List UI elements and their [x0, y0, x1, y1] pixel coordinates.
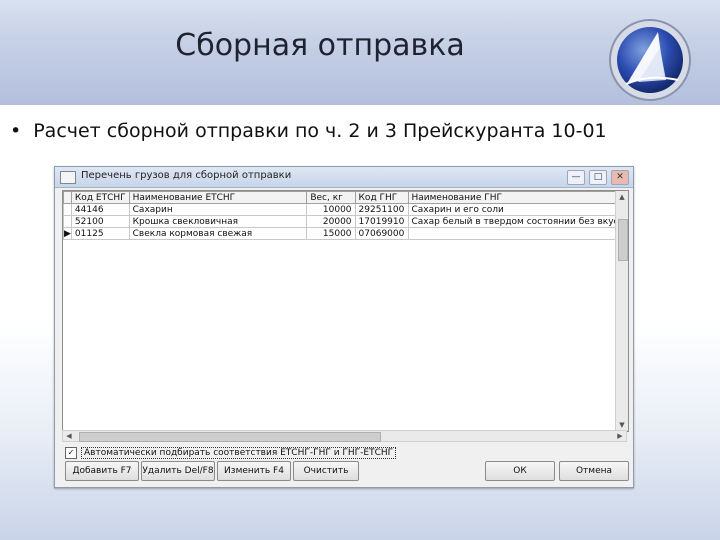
cell-weight[interactable]: 15000 — [306, 227, 356, 240]
scroll-right-icon[interactable]: ▶ — [614, 431, 626, 441]
cell-gng-code[interactable]: 29251100 — [354, 203, 409, 216]
window-title: Перечень грузов для сборной отправки — [81, 170, 292, 181]
scroll-left-icon[interactable]: ◀ — [63, 431, 75, 441]
table-header-row: Код ЕТСНГ Наименование ЕТСНГ Вес, кг Код… — [63, 191, 628, 204]
cell-gng-name[interactable]: Сахар белый в твердом состоянии без вкус… — [407, 215, 628, 228]
close-button[interactable]: ✕ — [611, 170, 629, 185]
cell-code[interactable]: 52100 — [70, 215, 130, 228]
row-indicator — [63, 203, 72, 216]
cargo-grid[interactable]: Код ЕТСНГ Наименование ЕТСНГ Вес, кг Код… — [62, 190, 629, 432]
vertical-scrollbar[interactable]: ▲ ▼ — [615, 191, 628, 431]
cell-gng-code[interactable]: 07069000 — [354, 227, 409, 240]
cell-name[interactable]: Крошка свекловичная — [128, 215, 308, 228]
add-button[interactable]: Добавить F7 — [65, 461, 139, 481]
table-row[interactable]: 52100 Крошка свекловичная 20000 17019910… — [63, 215, 628, 228]
maximize-button[interactable]: □ — [589, 170, 607, 185]
row-indicator — [63, 215, 72, 228]
minimize-button[interactable]: — — [567, 170, 585, 185]
slide-title: Сборная отправка — [175, 28, 465, 63]
auto-match-checkbox[interactable]: ✓ — [65, 447, 77, 459]
cell-code[interactable]: 44146 — [70, 203, 130, 216]
cell-gng-code[interactable]: 17019910 — [354, 215, 409, 228]
window-titlebar[interactable]: Перечень грузов для сборной отправки — □… — [55, 167, 633, 188]
cell-weight[interactable]: 10000 — [306, 203, 356, 216]
col-header-code[interactable]: Код ЕТСНГ — [70, 191, 130, 204]
col-header-gng-code[interactable]: Код ГНГ — [354, 191, 409, 204]
clear-button[interactable]: Очистить — [293, 461, 359, 481]
horizontal-scrollbar[interactable]: ◀ ▶ — [62, 430, 627, 442]
col-header-gng-name[interactable]: Наименование ГНГ — [407, 191, 628, 204]
auto-match-option[interactable]: ✓ Автоматически подбирать соответствия Е… — [65, 447, 397, 459]
cell-name[interactable]: Сахарин — [128, 203, 308, 216]
row-indicator: ▶ — [63, 227, 72, 240]
col-header-name[interactable]: Наименование ЕТСНГ — [128, 191, 308, 204]
cargo-table: Код ЕТСНГ Наименование ЕТСНГ Вес, кг Код… — [63, 191, 628, 240]
header-indicator — [63, 191, 72, 204]
horizontal-scroll-thumb[interactable] — [79, 432, 381, 442]
ok-button[interactable]: ОК — [485, 461, 555, 481]
bullet-text: • Расчет сборной отправки по ч. 2 и 3 Пре… — [10, 120, 607, 142]
cargo-list-window: Перечень грузов для сборной отправки — □… — [54, 166, 634, 488]
cell-gng-name[interactable]: Сахарин и его соли — [407, 203, 628, 216]
change-button[interactable]: Изменить F4 — [217, 461, 291, 481]
col-header-weight[interactable]: Вес, кг — [306, 191, 356, 204]
bullet-label: Расчет сборной отправки по ч. 2 и 3 Прей… — [33, 120, 607, 142]
scroll-up-icon[interactable]: ▲ — [616, 191, 628, 203]
cell-name[interactable]: Свекла кормовая свежая — [128, 227, 308, 240]
cell-code[interactable]: 01125 — [70, 227, 130, 240]
table-row[interactable]: ▶ 01125 Свекла кормовая свежая 15000 070… — [63, 227, 628, 240]
auto-match-label[interactable]: Автоматически подбирать соответствия ЕТС… — [81, 447, 397, 459]
company-logo-icon — [609, 19, 691, 101]
window-app-icon — [60, 171, 76, 184]
bullet-dot: • — [10, 120, 22, 142]
vertical-scroll-thumb[interactable] — [618, 219, 628, 261]
table-row[interactable]: 44146 Сахарин 10000 29251100 Сахарин и е… — [63, 203, 628, 216]
cancel-button[interactable]: Отмена — [559, 461, 629, 481]
cell-gng-name[interactable] — [407, 227, 628, 240]
delete-button[interactable]: Удалить Del/F8 — [141, 461, 215, 481]
cell-weight[interactable]: 20000 — [306, 215, 356, 228]
